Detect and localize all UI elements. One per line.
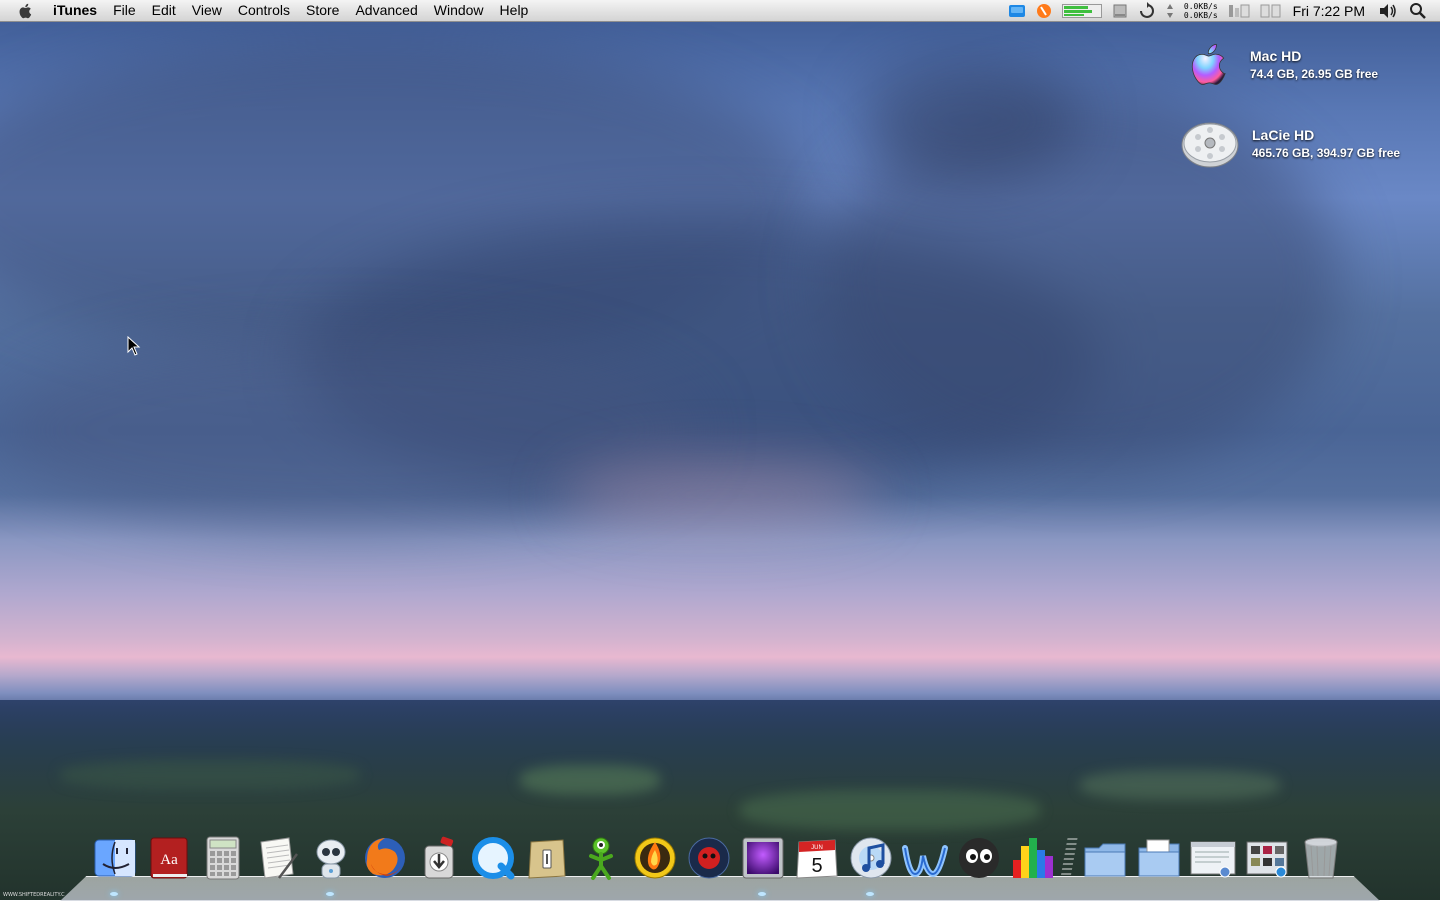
- menu-edit[interactable]: Edit: [144, 0, 184, 21]
- dock-separator: [1060, 838, 1078, 878]
- hard-disk-icon: [1181, 122, 1239, 168]
- wunderlist-icon: [902, 845, 948, 878]
- dictionary-icon: Aa: [150, 837, 188, 879]
- burn-icon: [634, 837, 676, 879]
- quicktime-icon: [472, 837, 515, 880]
- dock-applications-folder[interactable]: [1078, 831, 1132, 885]
- dock-stuffit[interactable]: [520, 831, 574, 885]
- drive-name: LaCie HD: [1252, 126, 1315, 143]
- apple-drive-icon: [1191, 44, 1226, 85]
- dock-itunes[interactable]: [844, 831, 898, 896]
- net-upload-rate: 0.0KB/s: [1183, 1, 1218, 11]
- spotlight-search-icon[interactable]: [1408, 2, 1428, 20]
- desktop-drive-lacie-hd[interactable]: LaCie HD 465.76 GB, 394.97 GB free: [1180, 115, 1400, 171]
- wallpaper-watermark: WWW.SHIFTEDREALITY.C: [3, 892, 65, 898]
- stuffit-icon: [528, 839, 566, 879]
- ical-day: 5: [811, 855, 822, 877]
- menu-view[interactable]: View: [184, 0, 230, 21]
- textedit-icon: [260, 837, 298, 879]
- menu-window[interactable]: Window: [426, 0, 492, 21]
- robot-icon: [316, 839, 346, 879]
- dock-burn[interactable]: [628, 831, 682, 885]
- finder-icon: [94, 839, 136, 877]
- sync-icon[interactable]: [1138, 1, 1156, 20]
- documents-folder-icon: [1138, 839, 1180, 877]
- eyes-icon: [959, 838, 999, 878]
- photo-stack-icon: [1246, 841, 1288, 878]
- dock-trash[interactable]: [1294, 831, 1348, 885]
- up-down-arrows-icon: [1166, 3, 1173, 18]
- istat-icon: [1013, 838, 1053, 878]
- applications-folder-icon: [1084, 843, 1126, 877]
- menu-controls[interactable]: Controls: [230, 0, 298, 21]
- dock-robot-app[interactable]: [304, 831, 358, 896]
- trash-icon: [1304, 837, 1338, 879]
- adium-icon: [589, 837, 613, 880]
- dock-transmission[interactable]: [412, 831, 466, 885]
- volume-icon[interactable]: [1378, 2, 1398, 20]
- dock-calculator[interactable]: [196, 831, 250, 885]
- dock-finder[interactable]: [88, 831, 142, 896]
- cpu-meter-icon[interactable]: [1228, 2, 1250, 20]
- dock: Aa JUN 5: [88, 830, 1358, 896]
- dock-adium[interactable]: [574, 831, 628, 885]
- dock-ical[interactable]: JUN 5: [790, 831, 844, 885]
- dock-documents-folder[interactable]: [1132, 831, 1186, 885]
- growl-status-icon[interactable]: [1036, 2, 1052, 20]
- menu-clock[interactable]: Fri 7:22 PM: [1293, 3, 1365, 19]
- mouse-pointer-icon: [127, 336, 141, 356]
- dock-textedit[interactable]: [250, 831, 304, 885]
- dock-preview-window[interactable]: [1186, 831, 1240, 885]
- spy-icon: [688, 837, 730, 879]
- dictionary-glyph: Aa: [160, 852, 178, 868]
- net-download-rate: 0.0KB/s: [1183, 10, 1218, 20]
- firefox-icon: [365, 838, 405, 878]
- transmission-icon: [424, 836, 454, 879]
- menu-store[interactable]: Store: [298, 0, 347, 21]
- dock-dictionary[interactable]: Aa: [142, 831, 196, 885]
- dock-eyes-app[interactable]: [952, 831, 1006, 885]
- menu-file[interactable]: File: [105, 0, 144, 21]
- drive-name: Mac HD: [1250, 47, 1302, 64]
- ical-month: JUN: [811, 845, 823, 851]
- drive-capacity: 465.76 GB, 394.97 GB free: [1252, 145, 1401, 160]
- memory-meter-icon[interactable]: [1061, 3, 1102, 18]
- menu-bar: iTunes File Edit View Controls Store Adv…: [0, 0, 1440, 22]
- dock-photo-stack[interactable]: [1240, 831, 1294, 885]
- dock-spy-app[interactable]: [682, 831, 736, 885]
- network-stats: 0.0KB/s 0.0KB/s: [1184, 2, 1218, 20]
- dock-wunderlist[interactable]: [898, 831, 952, 885]
- disk-meter-icon[interactable]: [1260, 2, 1282, 20]
- menu-app-name[interactable]: iTunes: [45, 0, 105, 21]
- purple-app-icon: [742, 837, 784, 879]
- ical-icon: JUN 5: [796, 839, 838, 879]
- desktop-drive-mac-hd[interactable]: Mac HD 74.4 GB, 26.95 GB free: [1182, 36, 1378, 92]
- menu-advanced[interactable]: Advanced: [347, 0, 425, 21]
- apple-menu-icon[interactable]: [17, 2, 35, 20]
- drive-capacity: 74.4 GB, 26.95 GB free: [1250, 66, 1379, 81]
- calculator-icon: [206, 836, 240, 880]
- preview-window-icon: [1190, 841, 1236, 878]
- dock-quicktime[interactable]: [466, 831, 520, 885]
- dock-istat[interactable]: [1006, 831, 1060, 885]
- menu-help[interactable]: Help: [492, 0, 537, 21]
- dock-purple-app[interactable]: [736, 831, 790, 896]
- dock-firefox[interactable]: [358, 831, 412, 885]
- itunes-icon: [850, 837, 892, 879]
- dropbox-status-icon[interactable]: [1008, 3, 1026, 19]
- eject-status-icon[interactable]: [1112, 3, 1128, 19]
